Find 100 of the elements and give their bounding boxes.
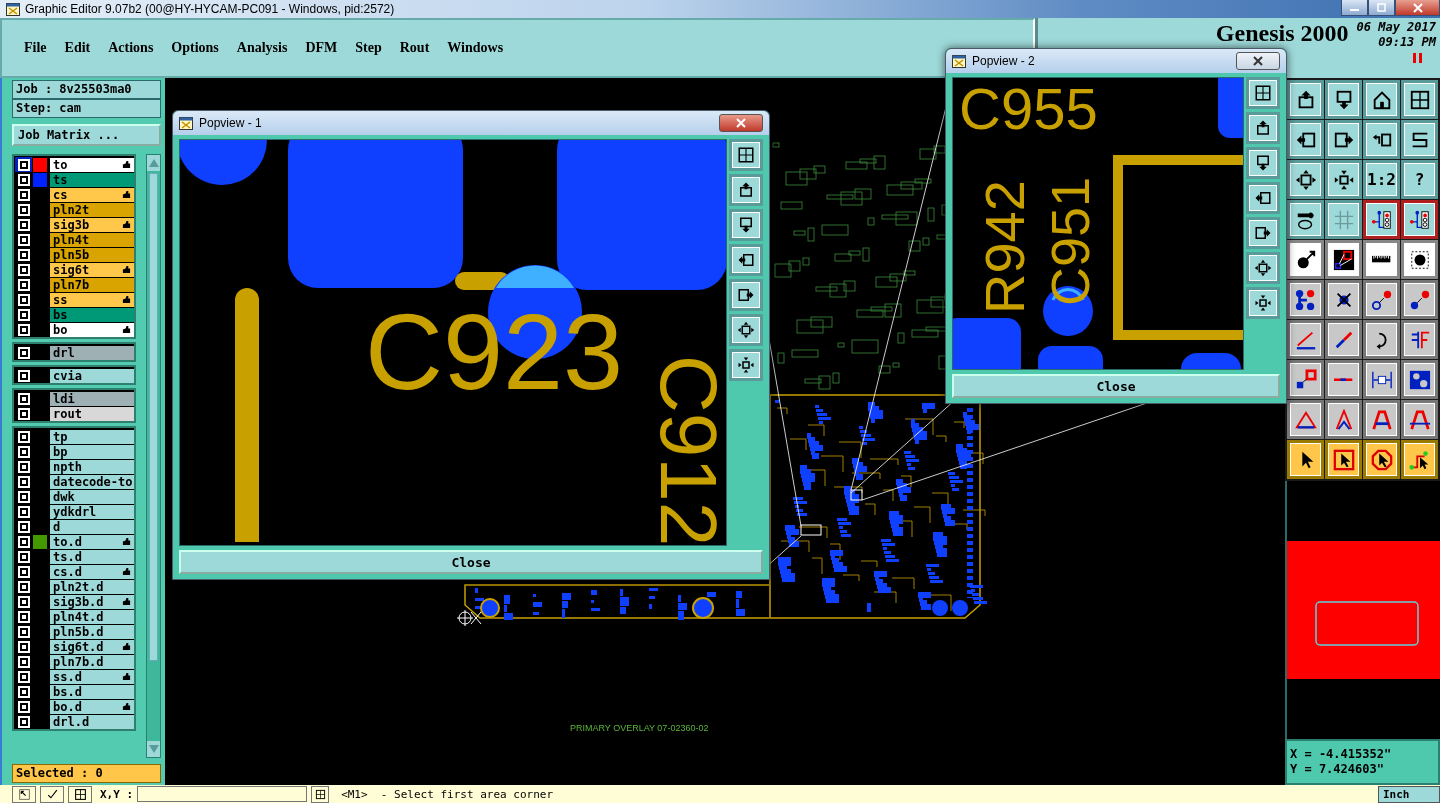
- layer-checkbox[interactable]: [15, 564, 32, 579]
- layer-checkbox[interactable]: [15, 232, 32, 247]
- layer-checkbox[interactable]: [15, 429, 32, 444]
- layer-checkbox[interactable]: [15, 391, 32, 406]
- tool-button[interactable]: [1363, 280, 1400, 319]
- tool-button[interactable]: [1287, 80, 1324, 119]
- layer-checkbox[interactable]: [15, 669, 32, 684]
- layer-checkbox[interactable]: [15, 534, 32, 549]
- layer-checkbox[interactable]: [15, 474, 32, 489]
- layer-name[interactable]: bo: [50, 322, 134, 337]
- tool-button[interactable]: [1287, 240, 1324, 279]
- view-tool-button[interactable]: [729, 209, 763, 241]
- layer-checkbox[interactable]: [15, 489, 32, 504]
- layer-checkbox[interactable]: [15, 172, 32, 187]
- layer-checkbox[interactable]: [15, 699, 32, 714]
- layer-checkbox[interactable]: [15, 579, 32, 594]
- tool-button[interactable]: [1325, 440, 1362, 479]
- tool-button[interactable]: [1325, 160, 1362, 199]
- layer-name[interactable]: pln5b.d: [50, 624, 134, 639]
- layer-name[interactable]: npth: [50, 459, 134, 474]
- layer-name[interactable]: tp: [50, 429, 134, 444]
- tool-button[interactable]: [1287, 160, 1324, 199]
- tool-button[interactable]: [1325, 240, 1362, 279]
- layer-name[interactable]: ts.d: [50, 549, 134, 564]
- layer-checkbox[interactable]: [15, 157, 32, 172]
- tool-button[interactable]: [1287, 400, 1324, 439]
- tool-button[interactable]: [40, 785, 64, 803]
- layer-checkbox[interactable]: [15, 519, 32, 534]
- tool-button[interactable]: [68, 785, 92, 803]
- view-tool-button[interactable]: [729, 349, 763, 381]
- units-dropdown[interactable]: Inch: [1378, 785, 1440, 803]
- tool-button[interactable]: [1401, 120, 1438, 159]
- layer-checkbox[interactable]: [15, 322, 32, 337]
- layer-checkbox[interactable]: [15, 368, 32, 383]
- scrollbar[interactable]: [146, 154, 161, 758]
- layer-name[interactable]: pln7b: [50, 277, 134, 292]
- tool-button[interactable]: [1287, 360, 1324, 399]
- layer-name[interactable]: ldi: [50, 391, 134, 406]
- view-tool-button[interactable]: [1246, 182, 1280, 214]
- layer-checkbox[interactable]: [15, 292, 32, 307]
- layer-name[interactable]: rout: [50, 406, 134, 421]
- view-tool-button[interactable]: [729, 314, 763, 346]
- tool-button[interactable]: [1287, 280, 1324, 319]
- layer-checkbox[interactable]: [15, 262, 32, 277]
- tool-button[interactable]: [1401, 80, 1438, 119]
- tool-button[interactable]: 1:2: [1363, 160, 1400, 199]
- tool-button[interactable]: [1401, 440, 1438, 479]
- layer-checkbox[interactable]: [15, 609, 32, 624]
- menu-item[interactable]: Actions: [108, 40, 154, 56]
- tool-button[interactable]: [1325, 280, 1362, 319]
- layer-name[interactable]: to.d: [50, 534, 134, 549]
- view-tool-button[interactable]: [1246, 252, 1280, 284]
- close-button[interactable]: Close: [179, 550, 763, 574]
- layer-name[interactable]: cs.d: [50, 564, 134, 579]
- layer-name[interactable]: cvia: [50, 368, 134, 383]
- layer-name[interactable]: dwk: [50, 489, 134, 504]
- tool-button[interactable]: [1363, 120, 1400, 159]
- layer-name[interactable]: bo.d: [50, 699, 134, 714]
- layer-checkbox[interactable]: [15, 345, 32, 360]
- menu-item[interactable]: Rout: [399, 40, 430, 56]
- layer-checkbox[interactable]: [15, 549, 32, 564]
- layer-checkbox[interactable]: [15, 187, 32, 202]
- layer-name[interactable]: pln7b.d: [50, 654, 134, 669]
- layer-checkbox[interactable]: [15, 217, 32, 232]
- close-button[interactable]: [719, 114, 763, 132]
- tool-button[interactable]: [1401, 400, 1438, 439]
- layer-checkbox[interactable]: [15, 504, 32, 519]
- layer-checkbox[interactable]: [15, 684, 32, 699]
- tool-button[interactable]: [1363, 240, 1400, 279]
- view-tool-button[interactable]: [729, 279, 763, 311]
- menu-item[interactable]: Step: [355, 40, 382, 56]
- tool-button[interactable]: [1401, 200, 1438, 239]
- view-tool-button[interactable]: [1246, 287, 1280, 319]
- layer-checkbox[interactable]: [15, 654, 32, 669]
- menu-item[interactable]: Analysis: [236, 40, 288, 56]
- close-button[interactable]: [1395, 0, 1440, 16]
- menu-item[interactable]: Options: [171, 40, 219, 56]
- tool-button[interactable]: [1325, 400, 1362, 439]
- tool-button[interactable]: [1363, 440, 1400, 479]
- layer-name[interactable]: pln2t.d: [50, 579, 134, 594]
- menu-item[interactable]: Windows: [447, 40, 504, 56]
- layer-name[interactable]: d: [50, 519, 134, 534]
- close-button[interactable]: [1236, 52, 1280, 70]
- view-tool-button[interactable]: [729, 139, 763, 171]
- tool-button[interactable]: [1363, 320, 1400, 359]
- layer-checkbox[interactable]: [15, 444, 32, 459]
- layer-name[interactable]: ts: [50, 172, 134, 187]
- tool-button[interactable]: [1363, 400, 1400, 439]
- layer-name[interactable]: ydkdrl: [50, 504, 134, 519]
- tool-button[interactable]: [1325, 80, 1362, 119]
- view-tool-button[interactable]: [729, 174, 763, 206]
- layer-name[interactable]: ss: [50, 292, 134, 307]
- tool-button[interactable]: [1401, 240, 1438, 279]
- layer-checkbox[interactable]: [15, 202, 32, 217]
- tool-button[interactable]: [1287, 200, 1324, 239]
- minimize-button[interactable]: [1341, 0, 1368, 16]
- layer-name[interactable]: pln4t.d: [50, 609, 134, 624]
- layer-name[interactable]: ss.d: [50, 669, 134, 684]
- layer-name[interactable]: pln4t: [50, 232, 134, 247]
- tool-button[interactable]: [1325, 120, 1362, 159]
